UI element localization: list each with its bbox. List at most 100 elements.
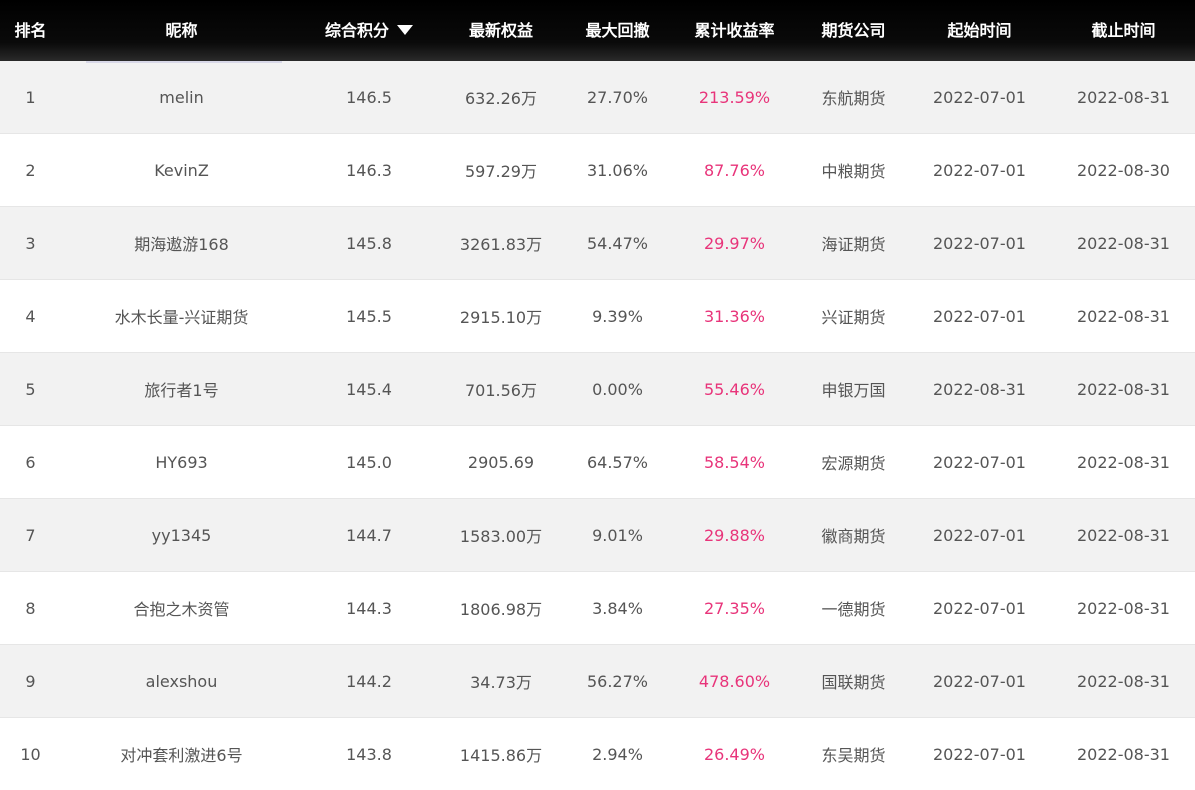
company-cell: 兴证期货: [821, 308, 886, 327]
cum-return-cell: 87.76%: [703, 160, 765, 180]
end-date-cell: 2022-08-31: [1077, 452, 1170, 472]
table-row[interactable]: 1 melin 146.5 632.26万 27.70% 213.59% 东航期货 2022-…: [0, 61, 1195, 134]
cum-return-cell: 478.60%: [698, 671, 771, 691]
equity-cell: 2915.10万: [459, 308, 543, 327]
cum-return-cell: 58.54%: [703, 452, 765, 472]
column-header-start-date: 起始时间: [947, 21, 1012, 40]
nickname-cell[interactable]: 期海遨游168: [61, 231, 302, 255]
start-date-cell: 2022-07-01: [933, 671, 1026, 691]
rank-cell: 8: [25, 598, 36, 618]
cum-return-cell: 55.46%: [703, 379, 765, 399]
sort-descending-icon[interactable]: [397, 24, 413, 35]
rank-cell: 2: [25, 160, 36, 180]
max-drawdown-cell: 9.39%: [592, 306, 643, 326]
nickname-cell[interactable]: yy1345: [61, 526, 302, 545]
table-row[interactable]: 6 HY693 145.0 2905.69 64.57% 58.54% 宏源期货 2022-0…: [0, 426, 1195, 499]
start-date-cell: 2022-07-01: [933, 744, 1026, 764]
end-date-cell: 2022-08-31: [1077, 525, 1170, 545]
cum-return-cell: 27.35%: [703, 598, 765, 618]
cum-return-cell: 29.97%: [703, 233, 765, 253]
table-row[interactable]: 8 合抱之木资管 144.3 1806.98万 3.84% 27.35% 一德期货 2022-…: [0, 572, 1195, 645]
cum-return-cell: 213.59%: [698, 87, 771, 107]
rank-cell: 9: [25, 671, 36, 691]
cum-return-cell: 29.88%: [703, 525, 765, 545]
company-cell: 申银万国: [821, 381, 886, 400]
score-cell: 143.8: [346, 744, 392, 764]
company-cell: 中粮期货: [821, 162, 886, 181]
start-date-cell: 2022-07-01: [933, 598, 1026, 618]
nickname-cell[interactable]: alexshou: [61, 672, 302, 691]
ranking-table: 排名 昵称 综合积分 最新权益 最大回撤 累计收益率 期货公司 起始时间 截止时…: [0, 0, 1195, 790]
table-header: 排名 昵称 综合积分 最新权益 最大回撤 累计收益率 期货公司 起始时间 截止时…: [0, 0, 1195, 61]
score-cell: 145.8: [346, 233, 392, 253]
company-cell: 海证期货: [821, 235, 886, 254]
company-cell: 国联期货: [821, 673, 886, 692]
nickname-cell[interactable]: 旅行者1号: [61, 377, 302, 401]
end-date-cell: 2022-08-30: [1077, 160, 1170, 180]
score-cell: 146.3: [346, 160, 392, 180]
company-cell: 宏源期货: [821, 454, 886, 473]
equity-cell: 1583.00万: [459, 527, 543, 546]
start-date-cell: 2022-08-31: [933, 379, 1026, 399]
nickname-cell[interactable]: KevinZ: [61, 161, 302, 180]
table-body: 1 melin 146.5 632.26万 27.70% 213.59% 东航期货 2022-…: [0, 61, 1195, 790]
max-drawdown-cell: 27.70%: [586, 87, 648, 107]
table-row[interactable]: 10 对冲套利激进6号 143.8 1415.86万 2.94% 26.49% 东吴期货 20…: [0, 718, 1195, 790]
column-header-end-date: 截止时间: [1091, 21, 1156, 40]
column-header-score-label: 综合积分: [324, 21, 389, 40]
rank-cell: 7: [25, 525, 36, 545]
rank-cell: 10: [20, 744, 41, 764]
nickname-cell[interactable]: melin: [61, 88, 302, 107]
start-date-cell: 2022-07-01: [933, 525, 1026, 545]
table-row[interactable]: 5 旅行者1号 145.4 701.56万 0.00% 55.46% 申银万国 2022-08…: [0, 353, 1195, 426]
table-row[interactable]: 4 水木长量-兴证期货 145.5 2915.10万 9.39% 31.36% 兴证期货 20…: [0, 280, 1195, 353]
max-drawdown-cell: 2.94%: [592, 744, 643, 764]
nickname-cell[interactable]: 合抱之木资管: [61, 596, 302, 620]
end-date-cell: 2022-08-31: [1077, 233, 1170, 253]
score-cell: 144.2: [346, 671, 392, 691]
column-header-max-drawdown: 最大回撤: [585, 21, 650, 40]
start-date-cell: 2022-07-01: [933, 306, 1026, 326]
column-header-name: 昵称: [165, 21, 198, 40]
score-cell: 144.7: [346, 525, 392, 545]
nickname-cell[interactable]: HY693: [61, 453, 302, 472]
score-cell: 145.0: [346, 452, 392, 472]
max-drawdown-cell: 31.06%: [586, 160, 648, 180]
table-row[interactable]: 2 KevinZ 146.3 597.29万 31.06% 87.76% 中粮期货 2022-…: [0, 134, 1195, 207]
equity-cell: 34.73万: [470, 673, 532, 692]
company-cell: 东航期货: [821, 89, 886, 108]
max-drawdown-cell: 54.47%: [586, 233, 648, 253]
company-cell: 东吴期货: [821, 746, 886, 765]
column-header-score-sortable[interactable]: 综合积分: [302, 0, 436, 61]
company-cell: 徽商期货: [821, 527, 886, 546]
nickname-cell[interactable]: 对冲套利激进6号: [61, 742, 302, 766]
equity-cell: 1415.86万: [459, 746, 543, 765]
max-drawdown-cell: 64.57%: [586, 452, 648, 472]
score-cell: 145.5: [346, 306, 392, 326]
score-cell: 146.5: [346, 87, 392, 107]
column-header-company: 期货公司: [821, 21, 886, 40]
end-date-cell: 2022-08-31: [1077, 379, 1170, 399]
rank-cell: 4: [25, 306, 36, 326]
end-date-cell: 2022-08-31: [1077, 87, 1170, 107]
company-cell: 一德期货: [821, 600, 886, 619]
table-row[interactable]: 9 alexshou 144.2 34.73万 56.27% 478.60% 国联期货 202…: [0, 645, 1195, 718]
rank-cell: 3: [25, 233, 36, 253]
table-row[interactable]: 3 期海遨游168 145.8 3261.83万 54.47% 29.97% 海证期货 202…: [0, 207, 1195, 280]
max-drawdown-cell: 9.01%: [592, 525, 643, 545]
equity-cell: 632.26万: [465, 89, 537, 108]
end-date-cell: 2022-08-31: [1077, 598, 1170, 618]
nickname-cell[interactable]: 水木长量-兴证期货: [61, 304, 302, 328]
score-cell: 145.4: [346, 379, 392, 399]
max-drawdown-cell: 56.27%: [586, 671, 648, 691]
column-header-equity: 最新权益: [468, 21, 533, 40]
name-column-highlight: [86, 61, 282, 63]
end-date-cell: 2022-08-31: [1077, 306, 1170, 326]
equity-cell: 701.56万: [465, 381, 537, 400]
equity-cell: 597.29万: [465, 162, 537, 181]
table-row[interactable]: 7 yy1345 144.7 1583.00万 9.01% 29.88% 徽商期货 2022-…: [0, 499, 1195, 572]
max-drawdown-cell: 3.84%: [592, 598, 643, 618]
column-header-cum-return: 累计收益率: [694, 21, 775, 40]
cum-return-cell: 31.36%: [703, 306, 765, 326]
score-cell: 144.3: [346, 598, 392, 618]
